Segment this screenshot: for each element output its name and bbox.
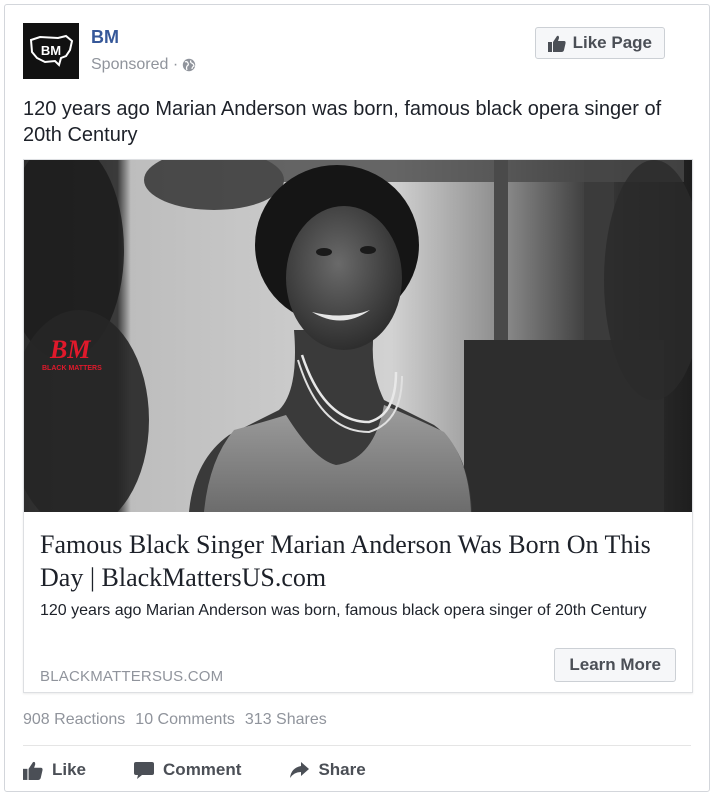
page-avatar[interactable]: BM — [23, 23, 79, 79]
like-action-label: Like — [52, 760, 87, 779]
post-message: 120 years ago Marian Anderson was born, … — [23, 98, 662, 146]
link-description: 120 years ago Marian Anderson was born, … — [40, 602, 647, 619]
link-preview-card[interactable]: BM BLACK MATTERS Famous Black Singer Mar… — [23, 159, 693, 693]
page-name-link[interactable]: BM — [91, 27, 119, 48]
share-action-label: Share — [318, 760, 366, 779]
image-logo-bm: BM — [49, 335, 91, 364]
avatar-logo-text: BM — [41, 43, 61, 58]
thumbs-up-icon — [23, 761, 43, 780]
action-divider — [23, 745, 691, 746]
sponsored-row: Sponsored · — [91, 56, 196, 74]
globe-icon[interactable] — [182, 58, 196, 72]
share-arrow-icon — [290, 762, 310, 778]
post-actions: Like Comment Share — [23, 753, 691, 787]
sponsored-post: BM BM Sponsored · Like Page 120 years ag… — [4, 4, 710, 792]
bm-map-logo-icon: BM — [29, 34, 74, 67]
thumbs-up-icon — [547, 35, 566, 52]
like-action-button[interactable]: Like — [23, 760, 86, 780]
learn-more-button[interactable]: Learn More — [554, 648, 676, 682]
comment-action-button[interactable]: Comment — [134, 760, 241, 780]
comment-icon — [134, 761, 155, 779]
share-action-button[interactable]: Share — [289, 760, 366, 780]
link-domain: BLACKMATTERSUS.COM — [40, 668, 224, 685]
sponsored-label: Sponsored · — [91, 56, 179, 73]
like-page-label: Like Page — [572, 33, 652, 52]
reactions-count[interactable]: 908 Reactions — [23, 711, 125, 729]
comments-count[interactable]: 10 Comments — [135, 711, 235, 729]
image-logo-subtext: BLACK MATTERS — [42, 365, 102, 372]
post-header: BM BM Sponsored · Like Page — [23, 23, 691, 83]
shares-count[interactable]: 313 Shares — [245, 711, 327, 729]
like-page-button[interactable]: Like Page — [534, 27, 665, 59]
link-image-marian-anderson-photo[interactable]: BM BLACK MATTERS — [24, 160, 692, 512]
comment-action-label: Comment — [163, 760, 242, 779]
link-title[interactable]: Famous Black Singer Marian Anderson Was … — [40, 528, 680, 594]
engagement-stats: 908 Reactions 10 Comments 313 Shares — [23, 711, 327, 729]
